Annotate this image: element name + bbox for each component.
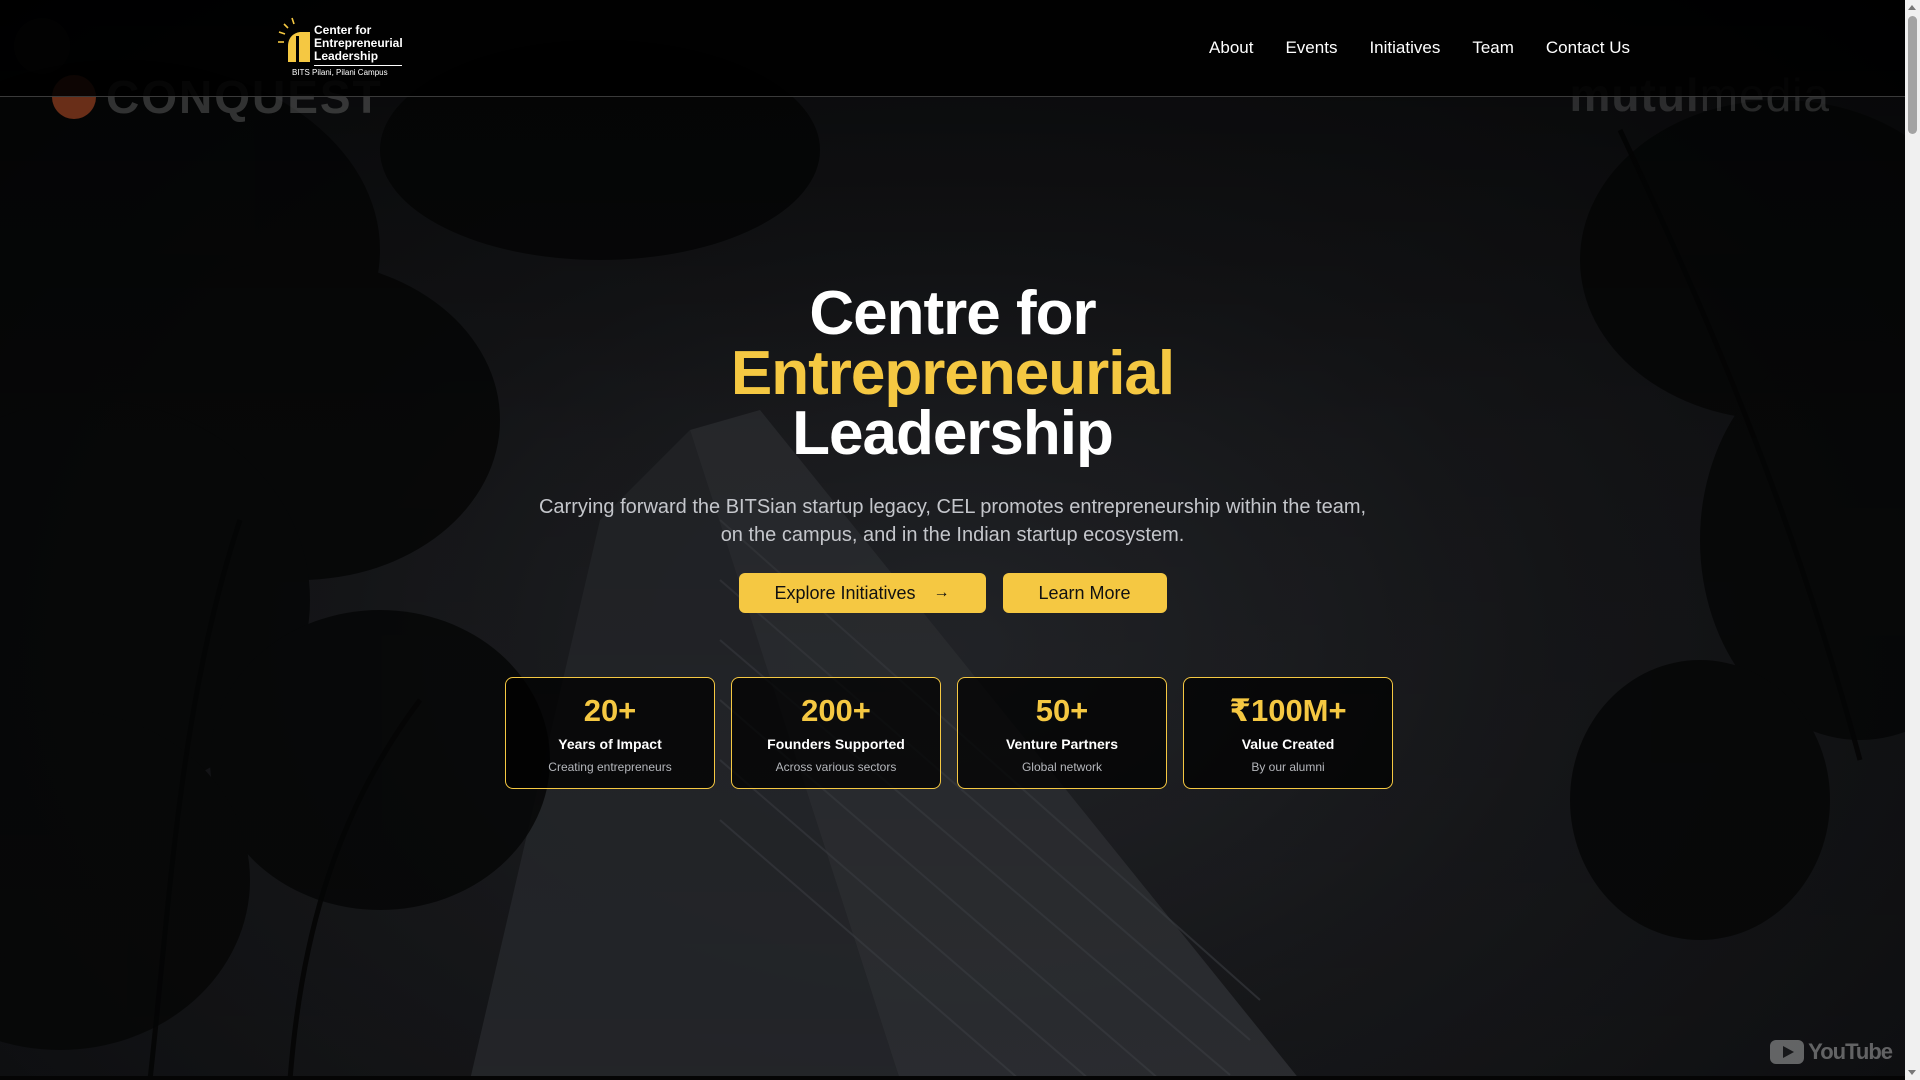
- top-navbar: Center for Entrepreneurial Leadership BI…: [0, 0, 1905, 97]
- hero-title: Centre for Entrepreneurial Leadership: [0, 279, 1905, 468]
- arrow-right-icon: →: [933, 584, 950, 601]
- scroll-thumb[interactable]: [1908, 16, 1917, 134]
- stat-value: 50+: [1035, 693, 1089, 728]
- stat-value: 200+: [801, 693, 871, 728]
- stat-card: ₹100M+ Value Created By our alumni: [1183, 677, 1393, 789]
- stat-card: 50+ Venture Partners Global network: [957, 677, 1167, 789]
- explore-initiatives-button[interactable]: Explore Initiatives →: [738, 573, 986, 613]
- stat-subtext: Global network: [1021, 760, 1103, 774]
- stat-label: Founders Supported: [767, 736, 905, 752]
- hero-description: Carrying forward the BITSian startup leg…: [538, 496, 1367, 546]
- stat-subtext: Creating entrepreneurs: [548, 760, 672, 774]
- nav-link-contact[interactable]: Contact Us: [1546, 38, 1630, 58]
- stat-value: ₹100M+: [1229, 693, 1347, 728]
- logo-subtitle: BITS Pilani, Pilani Campus: [292, 68, 388, 77]
- nav-link-about[interactable]: About: [1209, 38, 1253, 58]
- logo-title: Center for Entrepreneurial Leadership: [314, 23, 403, 63]
- hero-title-accent: Entrepreneurial: [730, 339, 1175, 408]
- hero-title-line-3: Leadership: [792, 399, 1114, 468]
- stats-row: 20+ Years of Impact Creating entrepreneu…: [505, 677, 1393, 789]
- stat-label: Years of Impact: [558, 736, 662, 752]
- cel-logo[interactable]: Center for Entrepreneurial Leadership BI…: [276, 16, 406, 80]
- scroll-down-arrow-icon[interactable]: [1908, 1070, 1916, 1075]
- stat-label: Value Created: [1241, 736, 1335, 752]
- stat-card: 20+ Years of Impact Creating entrepreneu…: [505, 677, 715, 789]
- hero-title-line-1: Centre for: [809, 279, 1096, 348]
- main-nav: About Events Initiatives Team Contact Us: [1209, 38, 1630, 58]
- youtube-watermark[interactable]: YouTube: [1770, 1039, 1893, 1065]
- stat-subtext: Across various sectors: [775, 760, 897, 774]
- scroll-up-arrow-icon[interactable]: [1908, 5, 1916, 10]
- stat-card: 200+ Founders Supported Across various s…: [731, 677, 941, 789]
- hero-actions: Explore Initiatives → Learn More: [0, 573, 1905, 613]
- page-scrollbar[interactable]: [1905, 0, 1920, 1080]
- nav-link-events[interactable]: Events: [1285, 38, 1337, 58]
- nav-link-initiatives[interactable]: Initiatives: [1369, 38, 1440, 58]
- stat-value: 20+: [583, 693, 637, 728]
- learn-more-button[interactable]: Learn More: [1002, 573, 1167, 613]
- stat-label: Venture Partners: [1005, 736, 1119, 752]
- nav-link-team[interactable]: Team: [1472, 38, 1514, 58]
- youtube-play-icon: [1770, 1040, 1805, 1064]
- stat-subtext: By our alumni: [1251, 760, 1325, 774]
